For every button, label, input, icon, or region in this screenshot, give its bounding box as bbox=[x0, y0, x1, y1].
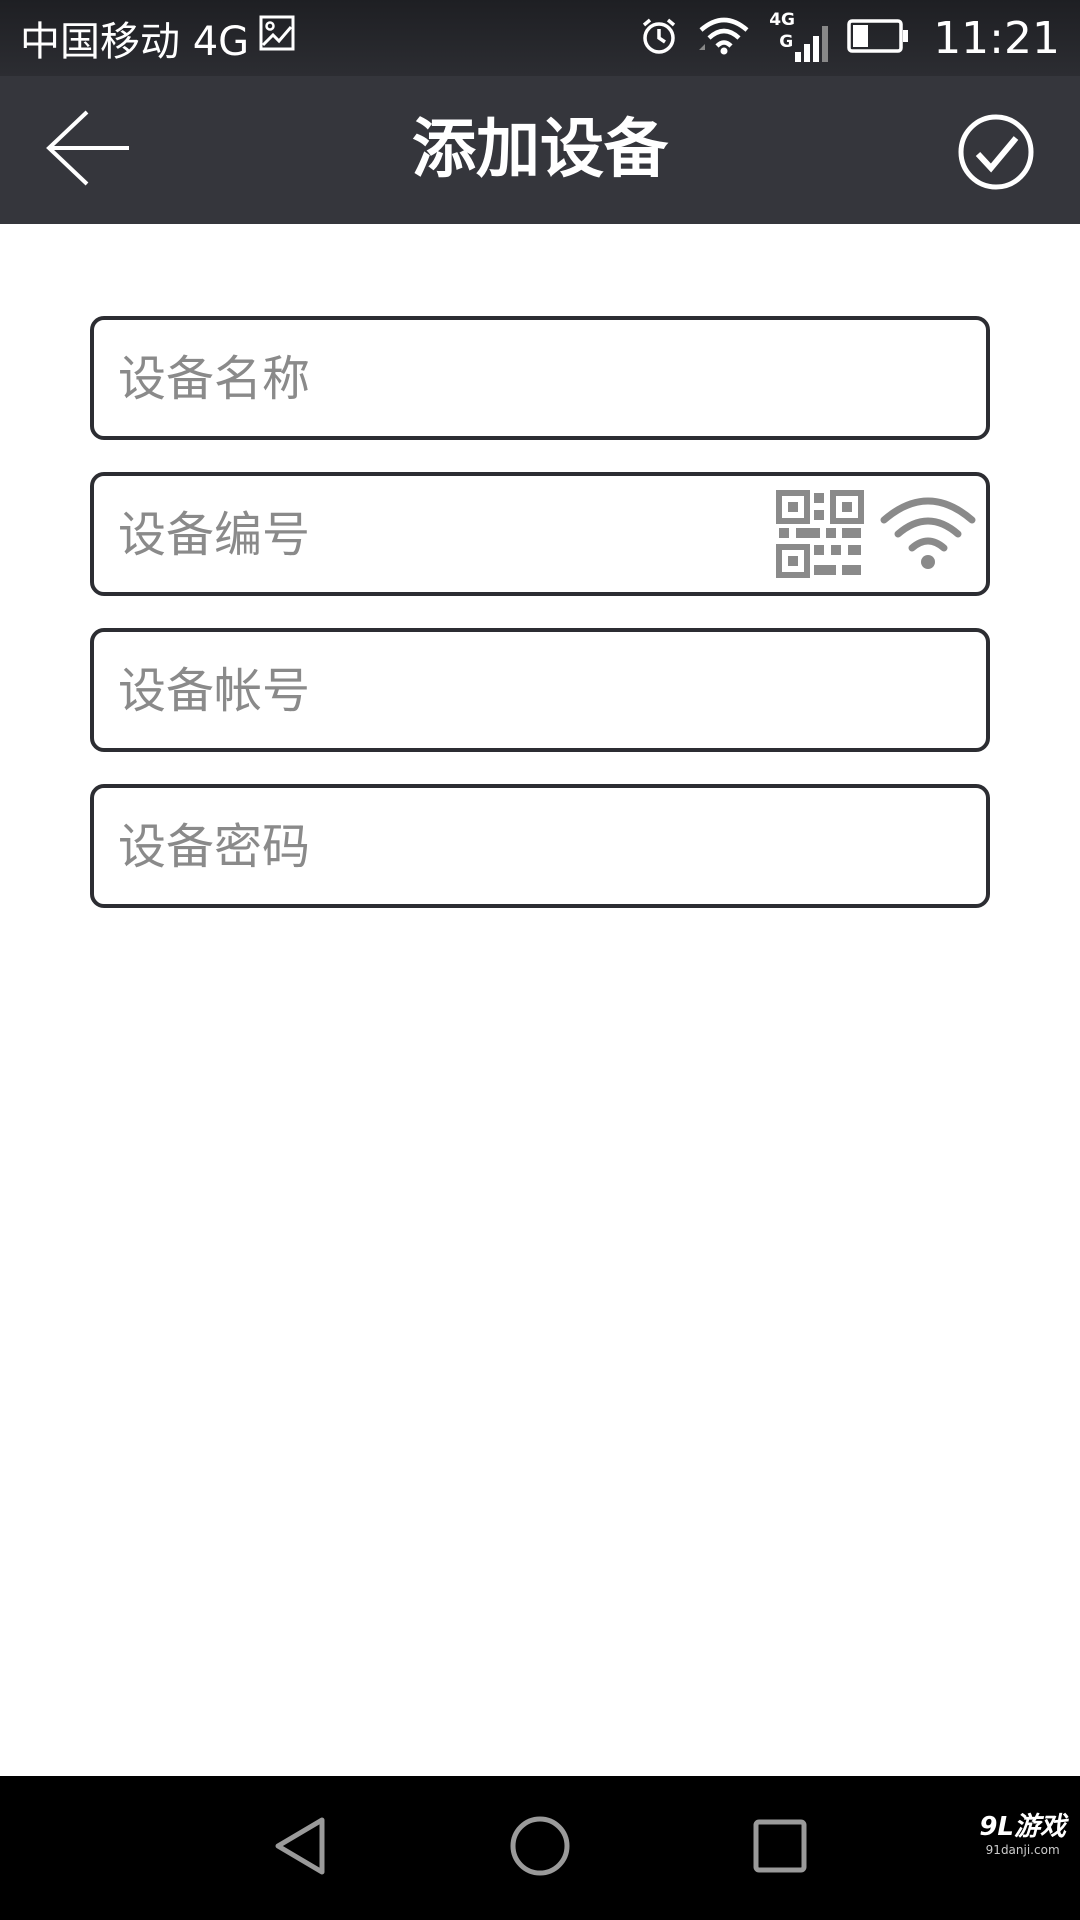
page-title: 添加设备 bbox=[412, 113, 668, 187]
device-id-input[interactable] bbox=[116, 476, 720, 594]
device-password-field bbox=[90, 784, 990, 908]
image-notification-icon bbox=[259, 15, 295, 61]
nav-home-button[interactable] bbox=[500, 1808, 580, 1888]
back-button[interactable] bbox=[38, 102, 138, 198]
device-account-input[interactable] bbox=[116, 632, 720, 750]
watermark-logo: 9L游戏 91danji.com bbox=[979, 1806, 1066, 1857]
nav-recent-button[interactable] bbox=[740, 1808, 820, 1888]
clock-time: 11:21 bbox=[933, 12, 1060, 64]
title-bar: 添加设备 bbox=[0, 76, 1080, 224]
carrier-label: 中国移动 4G bbox=[20, 19, 250, 65]
navigation-bar bbox=[0, 1776, 1080, 1920]
square-recent-icon bbox=[751, 1817, 809, 1879]
arrow-left-icon bbox=[43, 108, 133, 192]
alarm-icon bbox=[639, 16, 679, 60]
wifi-status-icon bbox=[697, 16, 751, 60]
device-account-field bbox=[90, 628, 990, 752]
screen: 中国移动 4G 4G G 11:21 添加设备 设备名称 设备编号 设备帐号 9… bbox=[0, 0, 1080, 1920]
confirm-button[interactable] bbox=[948, 106, 1044, 202]
nav-back-button[interactable] bbox=[260, 1808, 340, 1888]
wifi-icon[interactable] bbox=[878, 494, 978, 574]
status-right: 4G G 11:21 bbox=[639, 10, 1060, 66]
device-id-field bbox=[90, 472, 990, 596]
watermark-url: 91danji.com bbox=[985, 1843, 1060, 1857]
add-device-form bbox=[90, 316, 990, 940]
device-password-input[interactable] bbox=[116, 788, 720, 906]
device-name-field bbox=[90, 316, 990, 440]
status-left: 中国移动 4G bbox=[20, 10, 295, 66]
battery-icon bbox=[847, 18, 909, 58]
device-name-input[interactable] bbox=[116, 320, 720, 438]
qr-code-icon[interactable] bbox=[776, 490, 864, 578]
circle-home-icon bbox=[508, 1814, 572, 1882]
cellular-signal-icon: 4G G bbox=[769, 10, 829, 66]
check-circle-icon bbox=[956, 112, 1036, 196]
triangle-back-icon bbox=[270, 1814, 330, 1882]
device-id-actions bbox=[776, 490, 978, 578]
status-bar: 中国移动 4G 4G G 11:21 bbox=[0, 0, 1080, 76]
watermark-title: 9L游戏 bbox=[979, 1812, 1066, 1842]
